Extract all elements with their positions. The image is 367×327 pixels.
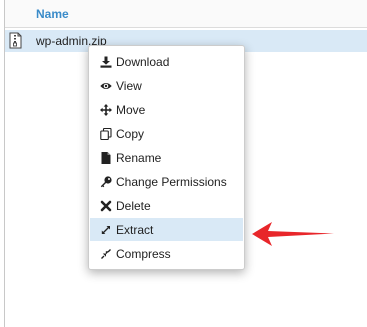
red-arrow-annotation <box>252 222 334 246</box>
context-menu: Download View Move Copy Rename Change Pe… <box>88 45 245 270</box>
menu-item-label: Change Permissions <box>116 174 227 189</box>
menu-item-label: Move <box>116 102 146 117</box>
menu-item-label: Compress <box>116 246 171 261</box>
menu-item-download[interactable]: Download <box>90 50 243 73</box>
zip-file-icon <box>9 32 22 49</box>
menu-item-label: Rename <box>116 150 162 165</box>
file-manager: Name wp-admin.zip Download View Move Cop… <box>0 0 367 327</box>
menu-item-label: Delete <box>116 198 151 213</box>
move-arrows-icon <box>99 103 113 117</box>
menu-item-view[interactable]: View <box>90 74 243 97</box>
download-icon <box>99 55 113 69</box>
table-header: Name <box>5 0 367 28</box>
file-icon <box>99 151 113 165</box>
name-column-header[interactable]: Name <box>36 7 69 21</box>
menu-item-copy[interactable]: Copy <box>90 122 243 145</box>
copy-icon <box>99 127 113 141</box>
menu-item-delete[interactable]: Delete <box>90 194 243 217</box>
eye-icon <box>99 79 113 93</box>
menu-item-label: Extract <box>116 222 154 237</box>
x-icon <box>99 199 113 213</box>
menu-item-extract[interactable]: Extract <box>90 218 243 241</box>
expand-icon <box>99 223 113 237</box>
menu-item-change-permissions[interactable]: Change Permissions <box>90 170 243 193</box>
menu-item-label: Copy <box>116 126 145 141</box>
menu-item-compress[interactable]: Compress <box>90 242 243 265</box>
menu-item-label: View <box>116 78 142 93</box>
compress-icon <box>99 247 113 261</box>
menu-item-label: Download <box>116 54 170 69</box>
key-icon <box>99 175 113 189</box>
menu-item-rename[interactable]: Rename <box>90 146 243 169</box>
menu-item-move[interactable]: Move <box>90 98 243 121</box>
